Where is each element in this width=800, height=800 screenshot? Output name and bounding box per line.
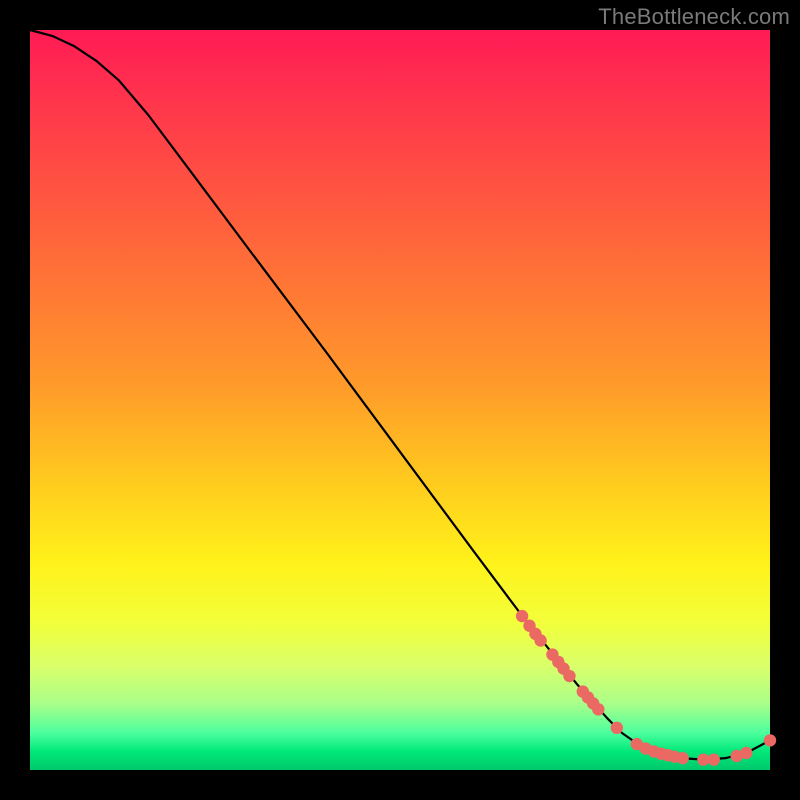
data-marker [611, 722, 623, 734]
plot-area [30, 30, 770, 770]
data-marker [740, 747, 752, 759]
data-marker [764, 734, 776, 746]
data-marker [676, 752, 688, 764]
chart-svg [30, 30, 770, 770]
curve-line [30, 30, 770, 760]
data-marker [563, 670, 575, 682]
chart-frame: TheBottleneck.com [0, 0, 800, 800]
data-marker [708, 753, 720, 765]
data-marker [592, 703, 604, 715]
data-marker [534, 634, 546, 646]
watermark-text: TheBottleneck.com [598, 4, 790, 30]
